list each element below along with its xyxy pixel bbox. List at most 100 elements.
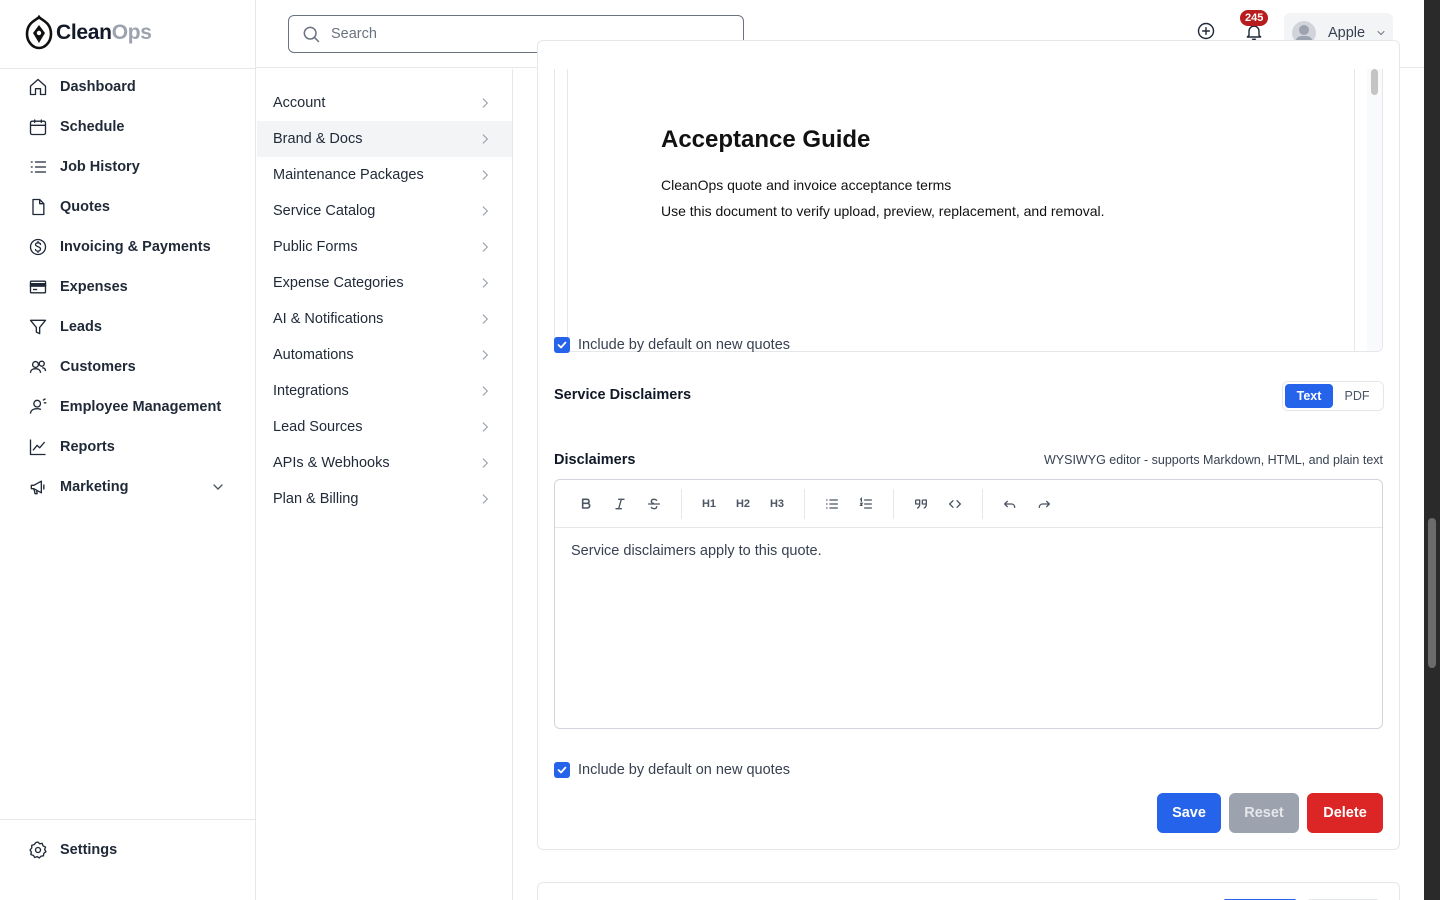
chevron-right-icon (482, 206, 489, 216)
nav-quotes[interactable]: Quotes (0, 187, 256, 227)
chevron-right-icon (482, 278, 489, 288)
page-scrollbar-thumb[interactable] (1428, 518, 1436, 668)
pdf-scrollbar-thumb[interactable] (1371, 69, 1378, 95)
pdf-text-line: Use this document to verify upload, prev… (661, 203, 1105, 219)
chevron-right-icon (482, 242, 489, 252)
nav-customers[interactable]: Customers (0, 347, 256, 387)
chevron-right-icon (482, 350, 489, 360)
subnav-label: APIs & Webhooks (273, 455, 390, 471)
code-button[interactable] (938, 489, 972, 519)
settings-subnav: Account Brand & Docs Maintenance Package… (257, 69, 513, 900)
mode-toggle: Text PDF (1282, 381, 1384, 411)
subnav-apis-webhooks[interactable]: APIs & Webhooks (257, 445, 512, 481)
subnav-label: Public Forms (273, 239, 358, 255)
chevron-right-icon (482, 422, 489, 432)
nav-label: Job History (60, 159, 140, 175)
quote-button[interactable] (904, 489, 938, 519)
pdf-scrollbar[interactable] (1367, 69, 1382, 351)
include-default-checkbox[interactable] (554, 337, 570, 353)
nav-job-history[interactable]: Job History (0, 147, 256, 187)
nav-schedule[interactable]: Schedule (0, 107, 256, 147)
redo-button[interactable] (1027, 489, 1061, 519)
plus-circle-icon (1197, 22, 1215, 40)
user-name: Apple (1328, 25, 1366, 41)
nav-reports[interactable]: Reports (0, 427, 256, 467)
mode-text-option[interactable]: Text (1285, 384, 1333, 408)
brand-name: CleanOps (56, 21, 152, 44)
subnav-label: Brand & Docs (273, 131, 363, 147)
nav-marketing[interactable]: Marketing (0, 467, 256, 507)
subnav-automations[interactable]: Automations (257, 337, 512, 373)
nav-label: Leads (60, 319, 102, 335)
bullet-list-button[interactable] (815, 489, 849, 519)
pdf-page: Acceptance Guide CleanOps quote and invo… (567, 69, 1355, 351)
ordered-list-icon (859, 496, 872, 509)
checkbox-label: Include by default on new quotes (578, 337, 791, 353)
editor-toolbar: H1 H2 H3 (555, 480, 1382, 528)
subnav-ai-notifications[interactable]: AI & Notifications (257, 301, 512, 337)
nav-invoicing[interactable]: Invoicing & Payments (0, 227, 256, 267)
undo-button[interactable] (993, 489, 1027, 519)
bold-button[interactable] (569, 489, 603, 519)
undo-icon (1004, 500, 1016, 508)
chevron-down-icon[interactable] (208, 479, 228, 495)
bullet-list-icon (826, 498, 838, 509)
nav-leads[interactable]: Leads (0, 307, 256, 347)
nav-label: Marketing (60, 479, 129, 495)
dollar-circle-icon (29, 238, 47, 256)
chart-line-icon (29, 439, 46, 456)
strikethrough-icon (648, 498, 660, 509)
code-icon (948, 499, 962, 508)
page-scrollbar[interactable] (1424, 0, 1440, 900)
funnel-icon (29, 319, 47, 335)
include-default-document[interactable]: Include by default on new quotes (554, 337, 790, 353)
italic-button[interactable] (603, 489, 637, 519)
reset-button[interactable]: Reset (1229, 793, 1299, 833)
nav-settings[interactable]: Settings (0, 820, 256, 880)
editor-content[interactable]: Service disclaimers apply to this quote. (555, 528, 1382, 574)
nav-expenses[interactable]: Expenses (0, 267, 256, 307)
include-default-disclaimers[interactable]: Include by default on new quotes (554, 762, 790, 778)
pdf-preview[interactable]: Acceptance Guide CleanOps quote and invo… (554, 69, 1383, 352)
italic-icon (615, 498, 625, 509)
include-default-checkbox[interactable] (554, 762, 570, 778)
nav-employee-management[interactable]: Employee Management (0, 387, 256, 427)
subnav-service-catalog[interactable]: Service Catalog (257, 193, 512, 229)
nav-label: Schedule (60, 119, 125, 135)
user-gear-icon (29, 398, 47, 414)
field-label: Disclaimers (554, 452, 636, 468)
subnav-account[interactable]: Account (257, 85, 512, 121)
section-title: Service Disclaimers (554, 387, 692, 403)
subnav-integrations[interactable]: Integrations (257, 373, 512, 409)
pdf-title: Acceptance Guide (661, 126, 871, 153)
subnav-public-forms[interactable]: Public Forms (257, 229, 512, 265)
delete-button[interactable]: Delete (1307, 793, 1383, 833)
heading-3-button[interactable]: H3 (760, 489, 794, 519)
calendar-icon (29, 119, 47, 136)
subnav-lead-sources[interactable]: Lead Sources (257, 409, 512, 445)
subnav-maintenance-packages[interactable]: Maintenance Packages (257, 157, 512, 193)
subnav-brand-docs[interactable]: Brand & Docs (257, 121, 512, 157)
nav-dashboard[interactable]: Dashboard (0, 67, 256, 107)
strikethrough-button[interactable] (637, 489, 671, 519)
subnav-label: Maintenance Packages (273, 167, 424, 183)
heading-3-icon: H3 (769, 497, 785, 510)
checkbox-label: Include by default on new quotes (578, 762, 791, 778)
quote-icon (915, 498, 927, 509)
subnav-expense-categories[interactable]: Expense Categories (257, 265, 512, 301)
heading-2-button[interactable]: H2 (726, 489, 760, 519)
heading-1-button[interactable]: H1 (692, 489, 726, 519)
nav-label: Quotes (60, 199, 110, 215)
nav-label: Dashboard (60, 79, 136, 95)
editor-hint: WYSIWYG editor - supports Markdown, HTML… (1043, 453, 1383, 467)
users-icon (29, 360, 47, 373)
mode-pdf-option[interactable]: PDF (1333, 384, 1381, 408)
nav-label: Customers (60, 359, 136, 375)
megaphone-icon (30, 480, 45, 495)
subnav-label: Lead Sources (273, 419, 363, 435)
ordered-list-button[interactable] (849, 489, 883, 519)
subnav-plan-billing[interactable]: Plan & Billing (257, 481, 512, 517)
subnav-label: Account (273, 95, 326, 111)
save-button[interactable]: Save (1157, 793, 1221, 833)
app-logo[interactable]: CleanOps (24, 14, 152, 52)
